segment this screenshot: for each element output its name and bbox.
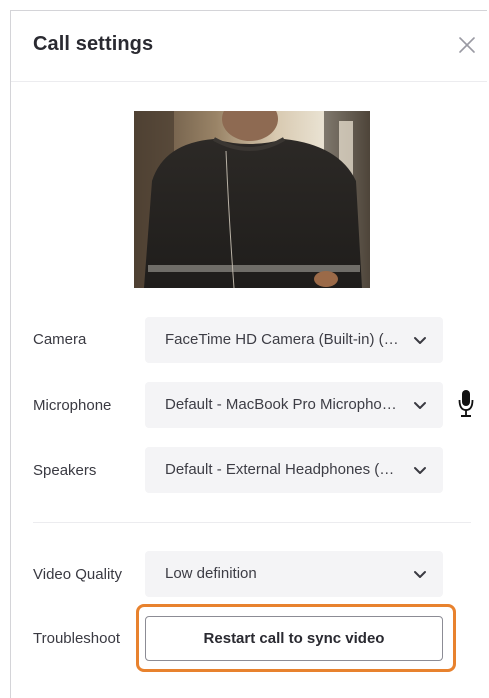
camera-preview-image (134, 111, 370, 288)
close-icon[interactable] (457, 35, 477, 55)
chevron-down-icon (414, 337, 426, 344)
chevron-down-icon (414, 571, 426, 578)
camera-select-value: FaceTime HD Camera (Built-in) (05ac:8514… (165, 331, 400, 348)
microphone-icon (458, 390, 474, 417)
troubleshoot-label: Troubleshoot (33, 630, 120, 647)
dialog-title: Call settings (33, 33, 154, 55)
video-quality-select[interactable]: Low definition (145, 551, 443, 597)
microphone-select-value: Default - MacBook Pro Microphone (Built-… (165, 396, 400, 413)
restart-call-button[interactable]: Restart call to sync video (145, 616, 443, 661)
dialog-header: Call settings (11, 11, 487, 82)
speakers-select-value: Default - External Headphones (Built-in) (165, 461, 400, 478)
call-settings-dialog: Call settings Camera FaceTime HD Camera … (10, 10, 487, 698)
video-quality-label: Video Quality (33, 566, 122, 583)
chevron-down-icon (414, 467, 426, 474)
chevron-down-icon (414, 402, 426, 409)
video-quality-select-value: Low definition (165, 565, 257, 582)
section-divider (33, 522, 471, 523)
speakers-select[interactable]: Default - External Headphones (Built-in) (145, 447, 443, 493)
microphone-label: Microphone (33, 397, 112, 414)
camera-label: Camera (33, 331, 87, 348)
speakers-label: Speakers (33, 462, 97, 479)
camera-select[interactable]: FaceTime HD Camera (Built-in) (05ac:8514… (145, 317, 443, 363)
microphone-select[interactable]: Default - MacBook Pro Microphone (Built-… (145, 382, 443, 428)
